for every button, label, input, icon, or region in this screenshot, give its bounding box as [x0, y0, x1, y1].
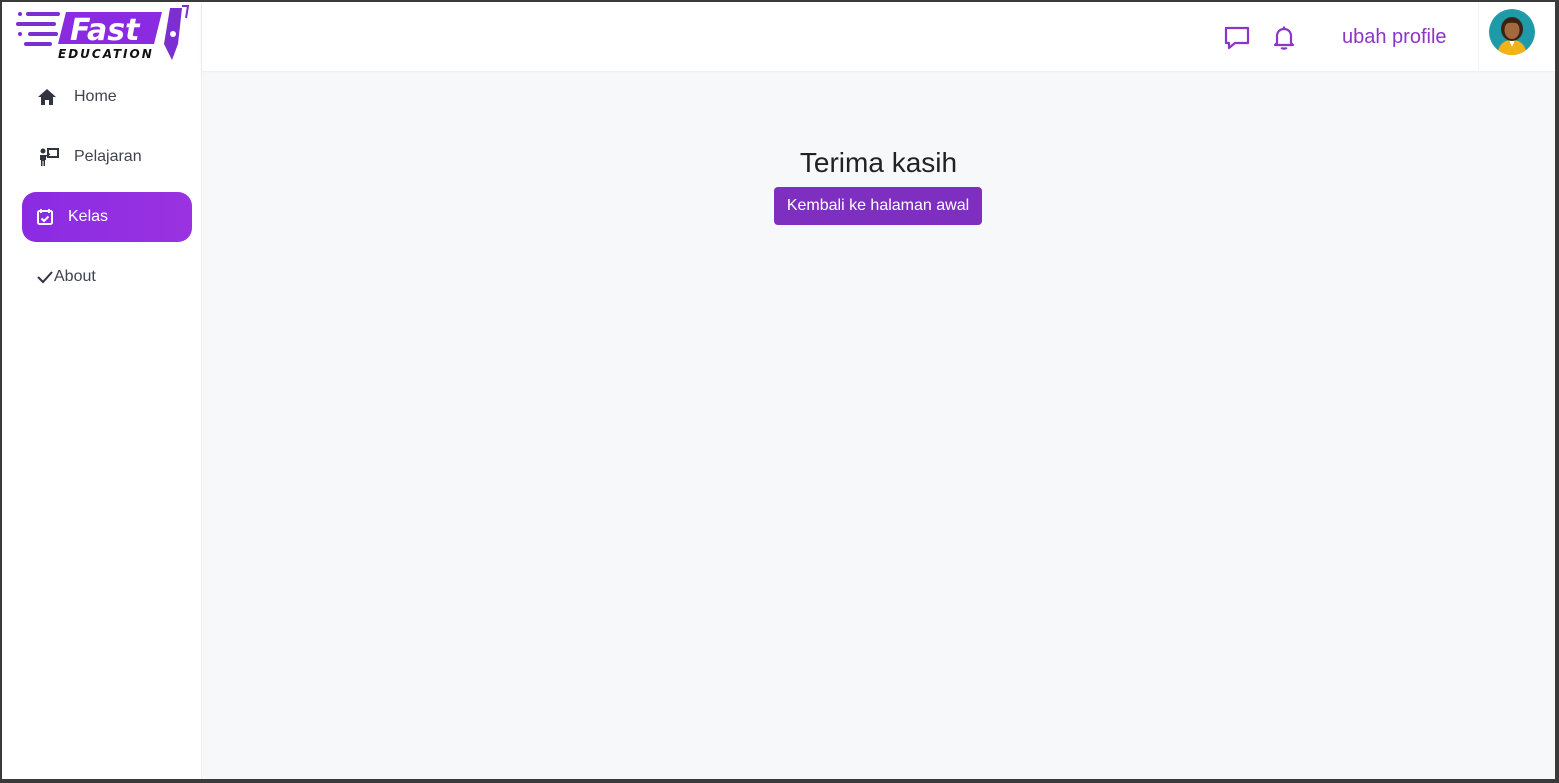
calendar-check-icon — [34, 206, 56, 228]
check-icon — [36, 266, 54, 288]
svg-text:Fast: Fast — [70, 13, 141, 48]
sidebar-item-home[interactable]: Home — [22, 72, 192, 122]
sidebar-item-label: Kelas — [68, 208, 109, 225]
edit-profile-link[interactable]: ubah profile — [1342, 26, 1447, 49]
teacher-board-icon — [38, 146, 60, 168]
page-title: Terima kasih — [799, 147, 958, 178]
avatar[interactable] — [1489, 9, 1535, 55]
top-header: ubah profile — [202, 2, 1555, 72]
sidebar-item-pelajaran[interactable]: Pelajaran — [22, 132, 192, 182]
sidebar: Fast EDUCATION Home Pelajaran Kelas Abou… — [2, 2, 202, 779]
svg-text:EDUCATION: EDUCATION — [58, 47, 154, 61]
sidebar-item-kelas[interactable]: Kelas — [22, 192, 192, 242]
chat-icon[interactable] — [1223, 24, 1251, 52]
app-window: Fast EDUCATION Home Pelajaran Kelas Abou… — [2, 2, 1555, 779]
sidebar-item-about[interactable]: About — [22, 252, 192, 302]
sidebar-item-label: About — [54, 268, 96, 285]
home-icon — [36, 86, 58, 108]
main-content: Terima kasih Kembali ke halaman awal — [202, 73, 1555, 779]
sidebar-item-label: Home — [74, 88, 117, 105]
sidebar-item-label: Pelajaran — [74, 148, 142, 165]
avatar-container — [1478, 2, 1555, 72]
bell-icon[interactable] — [1270, 24, 1298, 52]
fast-education-logo[interactable]: Fast EDUCATION — [14, 4, 190, 64]
back-to-home-button[interactable]: Kembali ke halaman awal — [774, 187, 982, 225]
